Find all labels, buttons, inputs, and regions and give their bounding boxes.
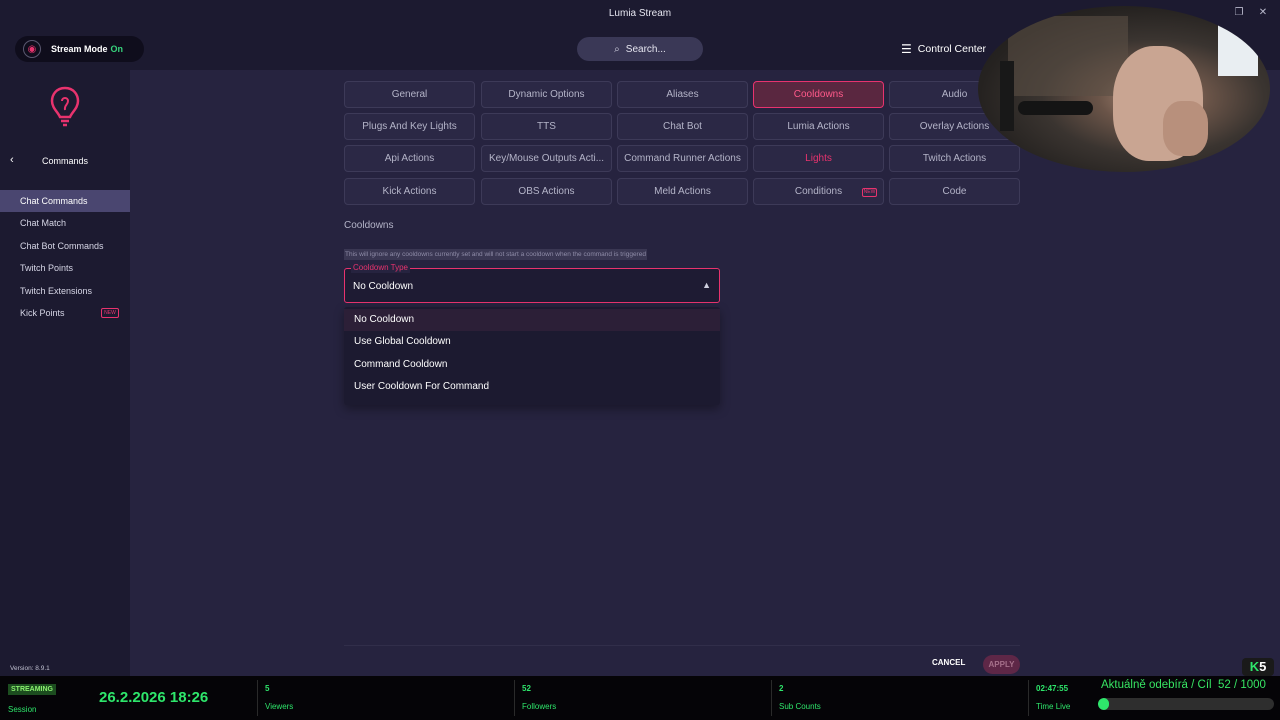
microphone-arm: [1000, 61, 1014, 131]
webcam-background: [1008, 16, 1128, 96]
tab-twitch-actions[interactable]: Twitch Actions: [889, 145, 1020, 172]
tab-tts[interactable]: TTS: [481, 113, 612, 140]
control-center-label: Control Center: [917, 43, 987, 55]
stream-mode-toggle[interactable]: ◉ Stream Mode On: [15, 36, 144, 62]
sidebar-item-chat-bot-commands[interactable]: Chat Bot Commands: [0, 235, 130, 257]
viewers-label: Viewers: [265, 702, 294, 711]
sidebar-item-chat-match[interactable]: Chat Match: [0, 212, 130, 234]
streamer-hand: [1163, 101, 1208, 156]
session-label: Session: [8, 705, 37, 714]
sidebar-item-label: Kick Points: [20, 308, 65, 318]
tab-code[interactable]: Code: [889, 178, 1020, 205]
sub-goal-value: 52 / 1000: [1217, 679, 1266, 691]
tab-cooldowns[interactable]: Cooldowns: [753, 81, 884, 108]
sub-goal-progress-fill: [1098, 698, 1109, 710]
helper-text: This will ignore any cooldowns currently…: [344, 249, 647, 260]
sidebar: ‹ Commands Chat Commands Chat Match Chat…: [0, 70, 130, 676]
cancel-button[interactable]: CANCEL: [932, 658, 965, 667]
goal-logo: K5: [1242, 658, 1274, 676]
tab-meld-actions[interactable]: Meld Actions: [617, 178, 748, 205]
apply-button[interactable]: APPLY: [983, 655, 1020, 674]
status-bar: STREAMING Session 26.2.2026 18:26 5 View…: [0, 658, 1280, 720]
lumia-logo-icon: [50, 86, 80, 127]
subs-label: Sub Counts: [779, 702, 821, 711]
tab-chat-bot[interactable]: Chat Bot: [617, 113, 748, 140]
option-no-cooldown[interactable]: No Cooldown: [344, 309, 720, 331]
followers-label: Followers: [522, 702, 557, 711]
lumia-bulb-icon: ◉: [23, 40, 41, 58]
tab-lumia-actions[interactable]: Lumia Actions: [753, 113, 884, 140]
option-command-cooldown[interactable]: Command Cooldown: [344, 354, 720, 376]
sliders-icon: ☰: [901, 42, 912, 56]
sidebar-item-kick-points[interactable]: Kick Points NEW: [0, 302, 130, 324]
sub-goal-progress: [1098, 698, 1274, 710]
status-divider: [257, 680, 258, 716]
cooldown-type-select[interactable]: Cooldown Type No Cooldown ▲: [344, 263, 720, 303]
webcam-window: [1218, 6, 1258, 76]
select-value: No Cooldown: [353, 281, 414, 292]
search-icon: ⌕: [614, 43, 620, 55]
option-user-cooldown-for-command[interactable]: User Cooldown For Command: [344, 376, 720, 398]
subs-value: 2: [779, 684, 784, 693]
stream-mode-label: Stream Mode: [51, 44, 108, 54]
stream-mode-state: On: [110, 44, 124, 54]
tab-label: Conditions: [794, 186, 843, 197]
tab-lights[interactable]: Lights: [753, 145, 884, 172]
footer-divider: [344, 645, 1020, 646]
sidebar-item-twitch-points[interactable]: Twitch Points: [0, 257, 130, 279]
chevron-up-icon: ▲: [702, 280, 711, 290]
goal-logo-number: 5: [1259, 659, 1267, 674]
tab-dynamic-options[interactable]: Dynamic Options: [481, 81, 612, 108]
session-datetime: 26.2.2026 18:26: [99, 689, 209, 706]
new-badge: NEW: [862, 188, 877, 197]
tab-key-mouse-outputs[interactable]: Key/Mouse Outputs Acti...: [481, 145, 612, 172]
time-live-value: 02:47:55: [1036, 684, 1069, 693]
followers-value: 52: [522, 684, 531, 693]
new-badge: NEW: [101, 308, 119, 318]
dropdown-menu: No Cooldown Use Global Cooldown Command …: [344, 307, 720, 405]
time-live-label: Time Live: [1036, 702, 1071, 711]
goal-logo-k: K: [1249, 659, 1260, 674]
tab-general[interactable]: General: [344, 81, 475, 108]
viewers-value: 5: [265, 684, 270, 693]
close-icon[interactable]: ✕: [1256, 6, 1270, 20]
webcam-overlay: [978, 6, 1270, 172]
status-divider: [1028, 680, 1029, 716]
sidebar-section-title: Commands: [41, 156, 88, 166]
section-heading: Cooldowns: [344, 220, 394, 231]
sidebar-item-twitch-extensions[interactable]: Twitch Extensions: [0, 280, 130, 302]
search-placeholder: Search...: [625, 43, 666, 55]
search-input[interactable]: ⌕ Search...: [577, 37, 703, 61]
status-divider: [514, 680, 515, 716]
tab-plugs-and-key-lights[interactable]: Plugs And Key Lights: [344, 113, 475, 140]
sub-goal-text: Aktuálně odebírá / Cíl 52 / 1000: [1101, 679, 1266, 691]
sub-goal-label: Aktuálně odebírá / Cíl: [1101, 679, 1212, 691]
tab-obs-actions[interactable]: OBS Actions: [481, 178, 612, 205]
control-center-button[interactable]: ☰ Control Center: [901, 41, 986, 57]
tab-aliases[interactable]: Aliases: [617, 81, 748, 108]
microphone: [1018, 101, 1093, 115]
sidebar-item-chat-commands[interactable]: Chat Commands: [0, 190, 130, 212]
tab-conditions[interactable]: Conditions NEW: [753, 178, 884, 205]
streaming-badge: STREAMING: [8, 684, 56, 695]
tab-api-actions[interactable]: Api Actions: [344, 145, 475, 172]
tab-command-runner-actions[interactable]: Command Runner Actions: [617, 145, 748, 172]
option-use-global-cooldown[interactable]: Use Global Cooldown: [344, 331, 720, 353]
tab-kick-actions[interactable]: Kick Actions: [344, 178, 475, 205]
select-label: Cooldown Type: [351, 263, 410, 273]
status-divider: [771, 680, 772, 716]
version-label: Version: 8.9.1: [10, 665, 50, 672]
